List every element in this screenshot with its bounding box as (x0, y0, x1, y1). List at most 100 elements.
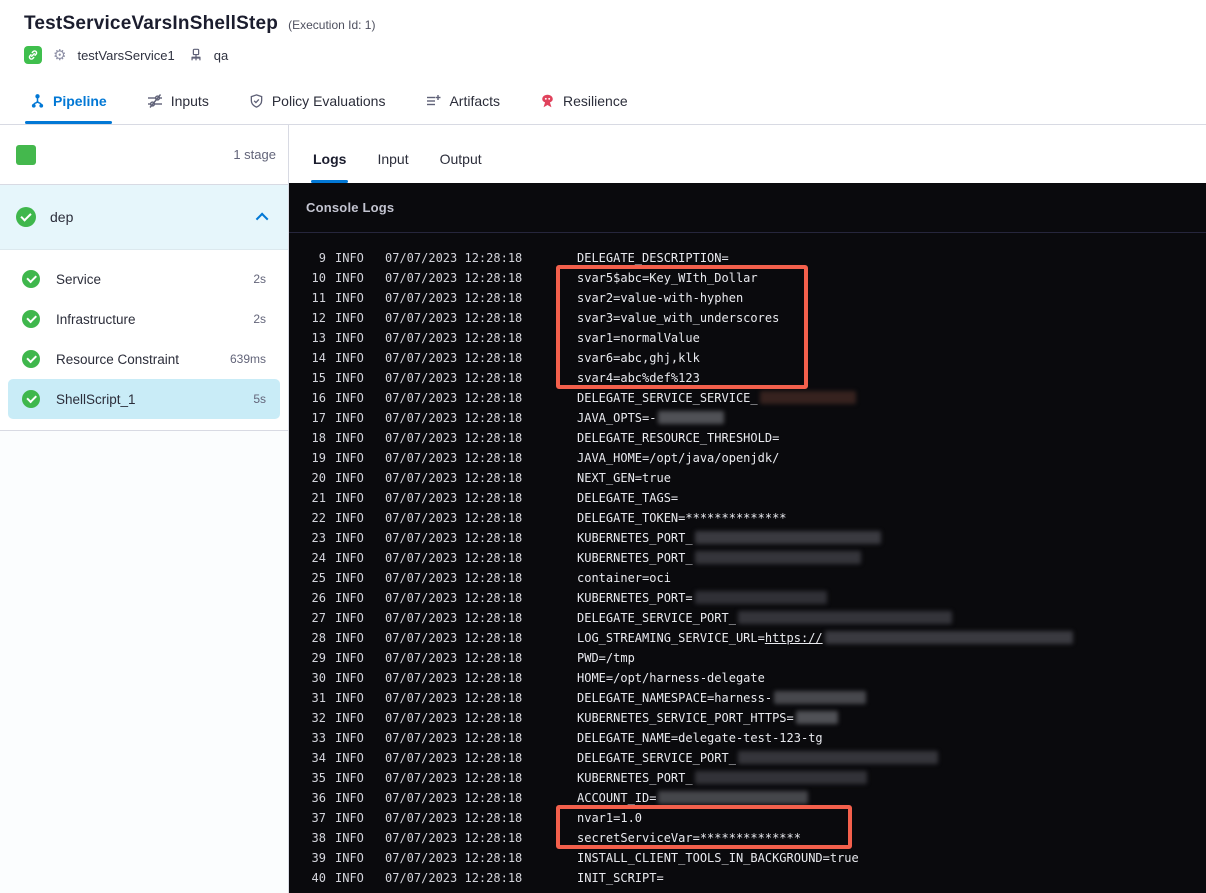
redacted-text (759, 391, 856, 404)
tab-pipeline[interactable]: Pipeline (25, 78, 112, 124)
log-timestamp: 07/07/2023 12:28:18 (385, 751, 523, 765)
log-message: svar4=abc%def%123 (577, 371, 700, 385)
log-timestamp: 07/07/2023 12:28:18 (385, 371, 523, 385)
execution-header: TestServiceVarsInShellStep (Execution Id… (0, 0, 1206, 78)
log-level: INFO (335, 751, 364, 765)
log-line-number: 16 (311, 391, 326, 405)
log-level: INFO (335, 331, 364, 345)
log-line-number: 26 (311, 591, 326, 605)
success-check-icon (22, 390, 40, 408)
log-message: secretServiceVar=************** (577, 831, 801, 845)
log-timestamp: 07/07/2023 12:28:18 (385, 711, 523, 725)
log-line-number: 21 (311, 491, 326, 505)
log-level: INFO (335, 831, 364, 845)
redacted-text (658, 791, 809, 804)
log-line: 18 INFO 07/07/2023 12:28:18 DELEGATE_RESOUR… (289, 428, 1206, 448)
log-timestamp: 07/07/2023 12:28:18 (385, 671, 523, 685)
log-level: INFO (335, 511, 364, 525)
log-timestamp: 07/07/2023 12:28:18 (385, 871, 523, 885)
console-logs-title: Console Logs (289, 183, 1206, 233)
log-line-number: 28 (311, 631, 326, 645)
top-nav-tabs: Pipeline Inputs Policy Evaluations Artifact… (0, 78, 1206, 125)
console-panel: Console Logs 9 INFO 07/07/2023 12:28:18 DEL… (289, 183, 1206, 893)
log-panel-tabs: Logs Input Output (289, 125, 1206, 183)
log-tab-input[interactable]: Input (377, 151, 408, 183)
log-line-number: 19 (311, 451, 326, 465)
log-timestamp: 07/07/2023 12:28:18 (385, 651, 523, 665)
inputs-icon (147, 93, 163, 109)
step-item-shellscript-1[interactable]: ShellScript_1 5s (8, 379, 280, 419)
step-item-resource-constraint[interactable]: Resource Constraint 639ms (8, 339, 280, 379)
log-message: svar6=abc,ghj,klk (577, 351, 700, 365)
policy-evaluations-icon (249, 93, 264, 109)
log-message: KUBERNETES_PORT_ (577, 548, 861, 568)
log-tab-logs[interactable]: Logs (310, 151, 349, 183)
log-timestamp: 07/07/2023 12:28:18 (385, 831, 523, 845)
log-timestamp: 07/07/2023 12:28:18 (385, 811, 523, 825)
tab-resilience[interactable]: Resilience (540, 78, 628, 124)
log-level: INFO (335, 791, 364, 805)
stage-status-square (16, 144, 36, 165)
redacted-text (694, 771, 867, 784)
log-level: INFO (335, 291, 364, 305)
log-message: DELEGATE_SERVICE_PORT_ (577, 748, 938, 768)
log-line-number: 40 (311, 871, 326, 885)
sidebar-empty-area (0, 431, 288, 893)
tab-label: Policy Evaluations (271, 93, 386, 109)
step-label: ShellScript_1 (56, 391, 136, 407)
chevron-up-icon[interactable] (255, 212, 269, 225)
redacted-text (694, 551, 861, 564)
log-timestamp: 07/07/2023 12:28:18 (385, 691, 523, 705)
log-message: LOG_STREAMING_SERVICE_URL=https:// (577, 628, 1073, 648)
log-message: KUBERNETES_PORT= (577, 588, 827, 608)
log-line-number: 38 (311, 831, 326, 845)
step-item-infrastructure[interactable]: Infrastructure 2s (8, 299, 280, 339)
log-message: svar1=normalValue (577, 331, 700, 345)
step-label: Infrastructure (56, 311, 136, 327)
tab-artifacts[interactable]: Artifacts (425, 78, 500, 124)
log-line: 10 INFO 07/07/2023 12:28:18 svar5$abc=Key_W… (289, 268, 1206, 288)
log-line-number: 23 (311, 531, 326, 545)
log-line-number: 35 (311, 771, 326, 785)
log-line: 29 INFO 07/07/2023 12:28:18 PWD=/tmp (289, 648, 1206, 668)
step-item-service[interactable]: Service 2s (8, 259, 280, 299)
redacted-text (795, 711, 838, 724)
log-timestamp: 07/07/2023 12:28:18 (385, 271, 523, 285)
log-message: HOME=/opt/harness-delegate (577, 671, 765, 685)
log-timestamp: 07/07/2023 12:28:18 (385, 611, 523, 625)
log-tab-output[interactable]: Output (440, 151, 482, 183)
log-level: INFO (335, 771, 364, 785)
log-timestamp: 07/07/2023 12:28:18 (385, 531, 523, 545)
log-message: DELEGATE_NAMESPACE=harness- (577, 688, 867, 708)
log-message: KUBERNETES_PORT_ (577, 768, 867, 788)
tab-inputs[interactable]: Inputs (147, 78, 209, 124)
log-timestamp: 07/07/2023 12:28:18 (385, 591, 523, 605)
log-message: container=oci (577, 571, 671, 585)
stage-item-dep[interactable]: dep (0, 185, 288, 249)
log-line: 35 INFO 07/07/2023 12:28:18 KUBERNETES_PORT… (289, 768, 1206, 788)
environment-icon (189, 48, 203, 62)
log-link[interactable]: https:// (765, 631, 823, 645)
log-level: INFO (335, 271, 364, 285)
tab-label: Resilience (563, 93, 628, 109)
log-line-number: 33 (311, 731, 326, 745)
log-line-number: 30 (311, 671, 326, 685)
log-timestamp: 07/07/2023 12:28:18 (385, 551, 523, 565)
log-timestamp: 07/07/2023 12:28:18 (385, 791, 523, 805)
tab-policy-evaluations[interactable]: Policy Evaluations (249, 78, 386, 124)
redacted-text (658, 411, 725, 424)
log-level: INFO (335, 491, 364, 505)
log-line: 30 INFO 07/07/2023 12:28:18 HOME=/opt/harne… (289, 668, 1206, 688)
log-message: DELEGATE_SERVICE_SERVICE_ (577, 388, 856, 408)
pipeline-execution-page: TestServiceVarsInShellStep (Execution Id… (0, 0, 1206, 893)
log-line-number: 15 (311, 371, 326, 385)
log-level: INFO (335, 591, 364, 605)
log-line: 34 INFO 07/07/2023 12:28:18 DELEGATE_SERVIC… (289, 748, 1206, 768)
log-line-number: 39 (311, 851, 326, 865)
log-line: 33 INFO 07/07/2023 12:28:18 DELEGATE_NAME=d… (289, 728, 1206, 748)
step-label: Resource Constraint (56, 351, 180, 367)
pipeline-icon (30, 93, 45, 109)
log-line: 23 INFO 07/07/2023 12:28:18 KUBERNETES_PORT… (289, 528, 1206, 548)
stage-name-label: dep (50, 209, 74, 225)
log-message: svar5$abc=Key_WIth_Dollar (577, 271, 758, 285)
